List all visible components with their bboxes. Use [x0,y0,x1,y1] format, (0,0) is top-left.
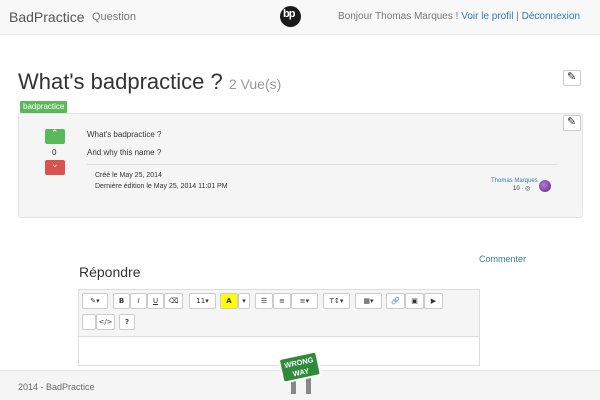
greeting-text: Bonjour Thomas Marques ! [338,11,462,22]
page-title: What's badpractice ? 2 Vue(s) [18,69,281,95]
navbar: BadPractice Question bp Bonjour Thomas M… [0,0,600,35]
edit-title-button[interactable] [563,70,581,86]
created-date: Créé le May 25, 2014 [95,172,162,179]
video-button[interactable]: ▶ [424,293,443,309]
question-title: What's badpractice ? [18,69,223,94]
nav-question-link[interactable]: Question [92,11,136,23]
line-height-icon: T↕▾ [329,297,344,305]
font-size-dropdown[interactable]: 11▾ [189,293,216,309]
edit-question-button[interactable] [563,115,581,131]
vote-score: 0 [52,148,57,157]
answer-heading: Répondre [79,264,141,280]
wrong-way-sign-image: WRONG WAY [277,350,322,394]
avatar[interactable] [539,180,551,192]
question-body-line1: What's badpractice ? [87,130,162,139]
table-dropdown[interactable]: ▦▾ [355,293,382,309]
nav-separator: | [513,11,522,22]
edited-date: Dernière édition le May 25, 2014 11:01 P… [95,183,228,190]
table-icon: ▦▾ [363,297,374,305]
text-color-label: A [226,297,232,305]
text-color-button[interactable]: A [220,293,238,309]
font-size-value: 11 [196,297,206,305]
help-icon: ? [124,318,130,326]
profile-link[interactable]: Voir le profil [461,11,513,22]
chevron-up-icon: ⌃ [51,129,59,139]
code-view-button[interactable]: </> [96,314,115,330]
footer-text: 2014 - BadPractice [18,382,95,392]
tag-badge[interactable]: badpractice [20,101,68,113]
bold-button[interactable]: B [113,293,130,309]
fullscreen-button[interactable] [82,314,96,330]
underline-button[interactable]: U [147,293,164,309]
align-icon: ≡▾ [299,297,310,305]
user-menu: Bonjour Thomas Marques ! Voir le profil … [338,11,580,22]
comment-link[interactable]: Commenter [479,254,526,264]
list-ol-icon: ≡ [279,297,285,305]
logo-icon[interactable]: bp [280,6,301,27]
help-button[interactable]: ? [119,314,135,330]
code-icon: </> [98,318,113,326]
video-icon: ▶ [430,297,437,305]
link-button[interactable]: 🔗 [386,293,405,309]
question-body-line2: And why this name ? [87,148,162,157]
underline-icon: U [152,297,159,305]
image-button[interactable]: ▣ [405,293,424,309]
paragraph-dropdown[interactable]: ≡▾ [291,293,318,309]
unordered-list-button[interactable]: ☰ [255,293,273,309]
italic-icon: I [137,297,140,305]
author-link[interactable]: Thomas Marques [491,178,538,184]
ordered-list-button[interactable]: ≡ [273,293,291,309]
style-dropdown[interactable]: ✎▾ [82,293,108,309]
link-icon: 🔗 [391,297,400,305]
logo-text: bp [283,8,295,20]
view-count: 2 Vue(s) [228,76,282,92]
italic-button[interactable]: I [130,293,147,309]
caret-down-icon: ▾ [242,297,246,305]
downvote-button[interactable]: ⌄ [45,160,65,175]
list-ul-icon: ☰ [260,297,268,305]
bold-icon: B [118,297,125,305]
question-card: ⌃ 0 ⌄ What's badpractice ? And why this … [18,113,583,218]
color-dropdown[interactable]: ▾ [238,293,250,309]
image-icon: ▣ [411,297,418,305]
upvote-button[interactable]: ⌃ [45,129,65,144]
eraser-icon: ⌫ [168,297,179,305]
chevron-down-icon: ⌄ [51,160,59,170]
logout-link[interactable]: Déconnexion [522,11,580,22]
eraser-button[interactable]: ⌫ [164,293,183,309]
brand-link[interactable]: BadPractice [9,9,84,25]
line-height-dropdown[interactable]: T↕▾ [323,293,350,309]
divider [87,164,557,165]
magic-wand-icon: ✎▾ [90,297,100,305]
author-reputation: 10 · ◎ [513,186,531,192]
